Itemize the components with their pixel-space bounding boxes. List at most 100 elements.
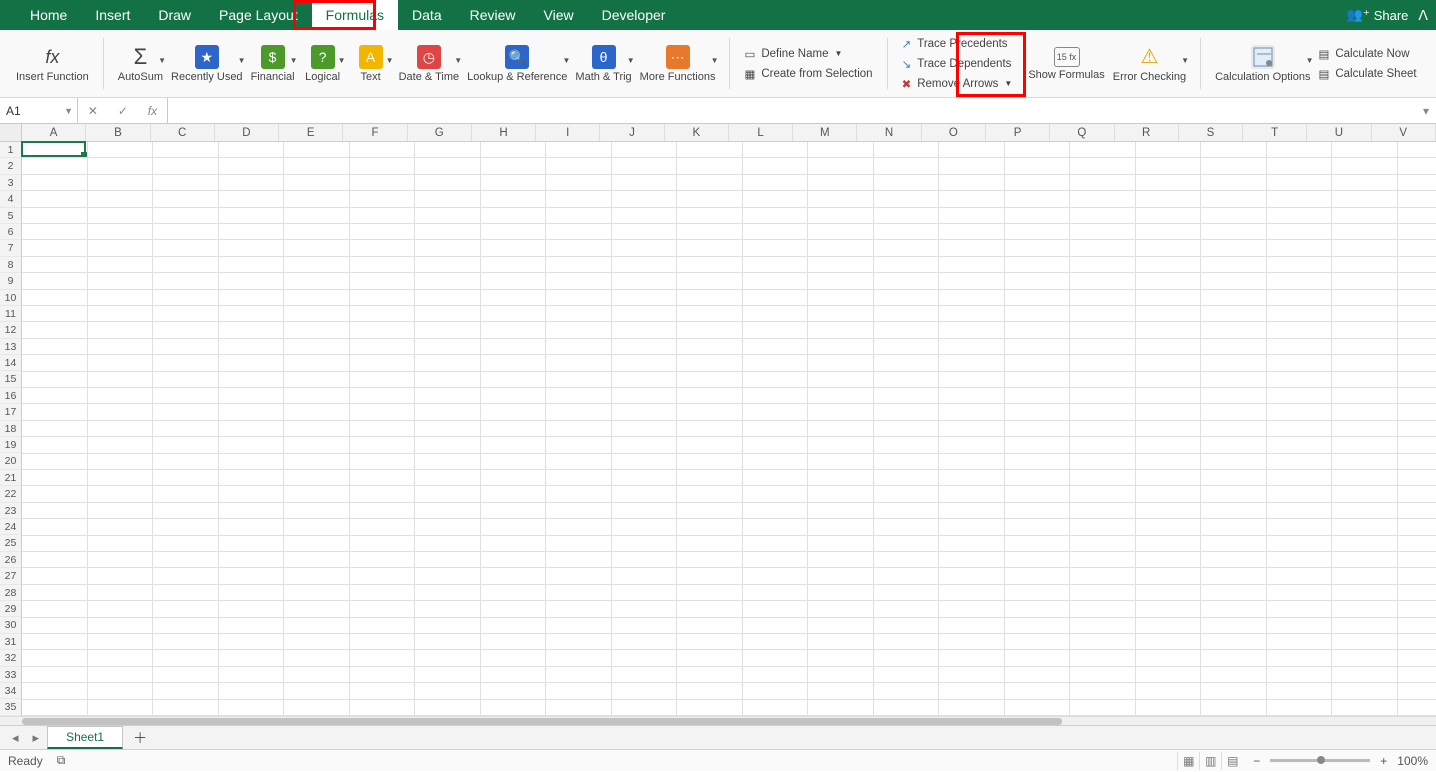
row-header-31[interactable]: 31 xyxy=(0,634,21,650)
zoom-percent[interactable]: 100% xyxy=(1397,754,1428,768)
enter-formula-button[interactable]: ✓ xyxy=(118,104,128,118)
menu-tab-page-layout[interactable]: Page Layout xyxy=(205,0,312,30)
autosum-button[interactable]: Σ ▼ AutoSum xyxy=(114,43,167,85)
menu-tab-formulas[interactable]: Formulas xyxy=(312,0,398,30)
insert-function-button[interactable]: fx Insert Function xyxy=(12,43,93,85)
row-header-13[interactable]: 13 xyxy=(0,339,21,355)
row-header-29[interactable]: 29 xyxy=(0,601,21,617)
row-header-6[interactable]: 6 xyxy=(0,224,21,240)
row-header-9[interactable]: 9 xyxy=(0,273,21,289)
column-header-G[interactable]: G xyxy=(408,124,472,141)
column-header-Q[interactable]: Q xyxy=(1050,124,1114,141)
text-button[interactable]: A ▼ Text xyxy=(347,43,395,85)
row-header-35[interactable]: 35 xyxy=(0,699,21,715)
row-header-27[interactable]: 27 xyxy=(0,568,21,584)
column-header-H[interactable]: H xyxy=(472,124,536,141)
column-header-T[interactable]: T xyxy=(1243,124,1307,141)
zoom-in-button[interactable]: + xyxy=(1376,754,1391,768)
collapse-ribbon-button[interactable]: ᐱ xyxy=(1418,7,1428,24)
row-header-15[interactable]: 15 xyxy=(0,371,21,387)
more-functions-button[interactable]: ⋯ ▼ More Functions xyxy=(636,43,720,85)
add-sheet-button[interactable]: ＋ xyxy=(125,728,155,748)
row-header-7[interactable]: 7 xyxy=(0,240,21,256)
column-header-R[interactable]: R xyxy=(1115,124,1179,141)
row-header-17[interactable]: 17 xyxy=(0,404,21,420)
column-header-I[interactable]: I xyxy=(536,124,600,141)
row-header-1[interactable]: 1 xyxy=(0,142,21,158)
horizontal-scrollbar[interactable] xyxy=(0,716,1436,725)
column-header-C[interactable]: C xyxy=(151,124,215,141)
row-header-24[interactable]: 24 xyxy=(0,519,21,535)
tab-nav-first[interactable]: ◂ xyxy=(6,730,25,746)
menu-tab-home[interactable]: Home xyxy=(16,0,81,30)
trace-dependents-button[interactable]: ↘ Trace Dependents xyxy=(898,56,1017,72)
column-header-N[interactable]: N xyxy=(857,124,921,141)
expand-formula-bar-button[interactable]: ▾ xyxy=(1416,104,1436,118)
calculate-now-button[interactable]: ▤ Calculate Now xyxy=(1314,46,1420,62)
menu-tab-insert[interactable]: Insert xyxy=(81,0,144,30)
financial-button[interactable]: $ ▼ Financial xyxy=(247,43,299,85)
remove-arrows-button[interactable]: ✖ Remove Arrows ▼ xyxy=(898,76,1017,92)
row-header-20[interactable]: 20 xyxy=(0,453,21,469)
create-from-selection-button[interactable]: ▦ Create from Selection xyxy=(740,66,876,82)
sheet-tab-sheet1[interactable]: Sheet1 xyxy=(47,726,123,749)
row-header-16[interactable]: 16 xyxy=(0,388,21,404)
date-time-button[interactable]: ◷ ▼ Date & Time xyxy=(395,43,464,85)
menu-tab-view[interactable]: View xyxy=(530,0,588,30)
row-header-25[interactable]: 25 xyxy=(0,535,21,551)
page-layout-view-button[interactable]: ▥ xyxy=(1199,752,1221,770)
row-header-33[interactable]: 33 xyxy=(0,667,21,683)
menu-tab-data[interactable]: Data xyxy=(398,0,456,30)
trace-precedents-button[interactable]: ↗ Trace Precedents xyxy=(898,36,1017,52)
scrollbar-thumb[interactable] xyxy=(22,718,1062,725)
row-header-26[interactable]: 26 xyxy=(0,552,21,568)
menu-tab-draw[interactable]: Draw xyxy=(144,0,205,30)
row-header-5[interactable]: 5 xyxy=(0,208,21,224)
column-header-P[interactable]: P xyxy=(986,124,1050,141)
column-header-S[interactable]: S xyxy=(1179,124,1243,141)
error-checking-button[interactable]: ⚠ ▼ Error Checking xyxy=(1109,43,1190,85)
column-header-K[interactable]: K xyxy=(665,124,729,141)
column-header-O[interactable]: O xyxy=(922,124,986,141)
formula-input[interactable] xyxy=(168,98,1416,123)
row-header-23[interactable]: 23 xyxy=(0,503,21,519)
row-header-4[interactable]: 4 xyxy=(0,191,21,207)
tab-nav-prev[interactable]: ▸ xyxy=(27,730,46,746)
column-header-J[interactable]: J xyxy=(600,124,664,141)
row-header-21[interactable]: 21 xyxy=(0,470,21,486)
cells-area[interactable] xyxy=(22,142,1436,716)
row-header-12[interactable]: 12 xyxy=(0,322,21,338)
row-header-19[interactable]: 19 xyxy=(0,437,21,453)
row-header-34[interactable]: 34 xyxy=(0,683,21,699)
row-header-22[interactable]: 22 xyxy=(0,486,21,502)
calculate-sheet-button[interactable]: ▤ Calculate Sheet xyxy=(1314,66,1420,82)
column-header-A[interactable]: A xyxy=(22,124,86,141)
row-header-11[interactable]: 11 xyxy=(0,306,21,322)
column-header-F[interactable]: F xyxy=(343,124,407,141)
row-header-14[interactable]: 14 xyxy=(0,355,21,371)
row-header-10[interactable]: 10 xyxy=(0,290,21,306)
zoom-out-button[interactable]: − xyxy=(1249,754,1264,768)
zoom-slider-knob[interactable] xyxy=(1317,756,1325,764)
row-header-18[interactable]: 18 xyxy=(0,421,21,437)
row-header-32[interactable]: 32 xyxy=(0,650,21,666)
column-header-L[interactable]: L xyxy=(729,124,793,141)
column-header-E[interactable]: E xyxy=(279,124,343,141)
page-break-view-button[interactable]: ▤ xyxy=(1221,752,1243,770)
define-name-button[interactable]: ▭ Define Name ▼ xyxy=(740,46,876,62)
row-header-30[interactable]: 30 xyxy=(0,617,21,633)
zoom-slider[interactable] xyxy=(1270,759,1370,762)
column-header-V[interactable]: V xyxy=(1372,124,1436,141)
column-header-U[interactable]: U xyxy=(1307,124,1371,141)
column-header-M[interactable]: M xyxy=(793,124,857,141)
row-header-3[interactable]: 3 xyxy=(0,175,21,191)
macro-record-icon[interactable]: ⧉ xyxy=(57,753,66,768)
recently-used-button[interactable]: ★ ▼ Recently Used xyxy=(167,43,247,85)
column-header-D[interactable]: D xyxy=(215,124,279,141)
math-trig-button[interactable]: θ ▼ Math & Trig xyxy=(571,43,635,85)
row-header-2[interactable]: 2 xyxy=(0,158,21,174)
cancel-formula-button[interactable]: ✕ xyxy=(88,104,98,118)
row-header-8[interactable]: 8 xyxy=(0,257,21,273)
calculation-options-button[interactable]: ▼ Calculation Options xyxy=(1211,43,1314,85)
select-all-corner[interactable] xyxy=(0,124,22,142)
